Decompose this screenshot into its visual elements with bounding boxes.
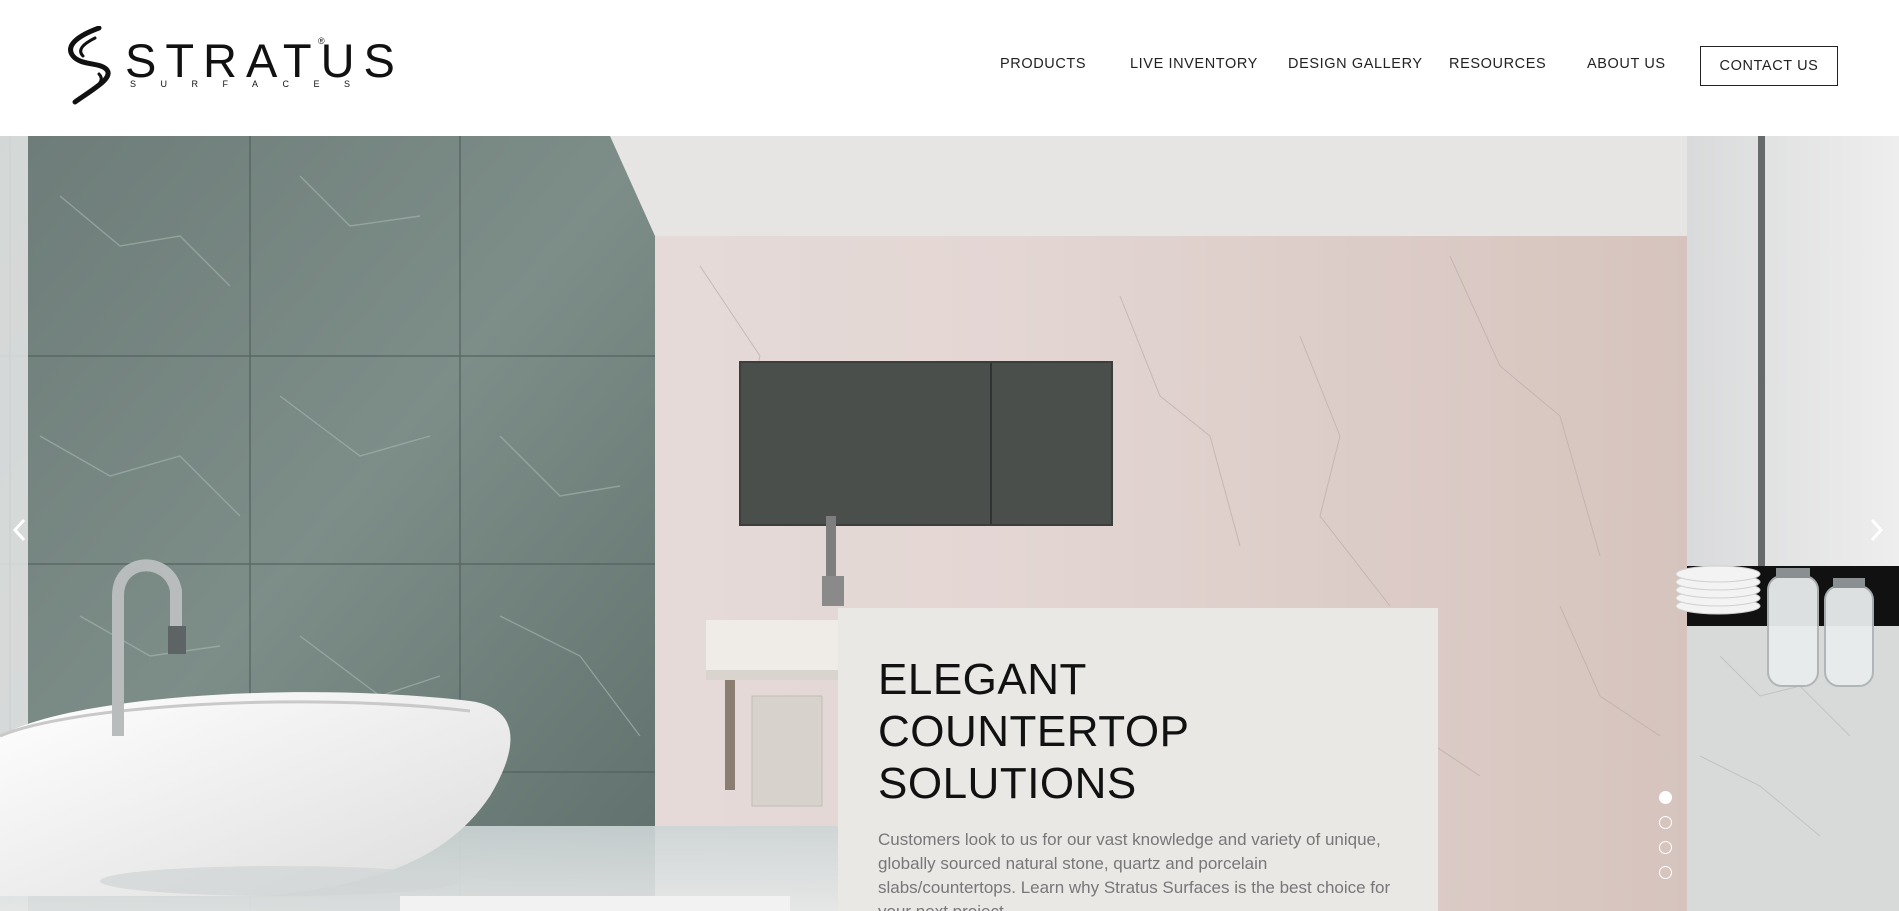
logo-registered-mark: ® <box>318 36 325 46</box>
nav-item-products[interactable]: PRODUCTS <box>1000 56 1086 72</box>
slide-dot-1[interactable] <box>1659 791 1672 804</box>
nav-item-live-inventory[interactable]: LIVE INVENTORY <box>1130 56 1258 72</box>
stratus-s-logo-icon <box>68 26 111 105</box>
stratus-logo[interactable]: STRATUS ® SURFACES <box>55 26 395 106</box>
hero-title: ELEGANT COUNTERTOP SOLUTIONS <box>878 655 1189 808</box>
slide-dot-2[interactable] <box>1659 816 1672 829</box>
nav-item-resources[interactable]: RESOURCES <box>1449 56 1546 72</box>
slider-prev-button[interactable] <box>4 510 34 550</box>
hero-description: Customers look to us for our vast knowle… <box>878 830 1391 911</box>
slide-dot-4[interactable] <box>1659 866 1672 879</box>
chevron-left-icon <box>12 518 26 542</box>
hero-slider: ELEGANT COUNTERTOP SOLUTIONS Customers l… <box>0 136 1899 911</box>
logo-tagline: SURFACES <box>130 79 375 89</box>
nav-item-design-gallery[interactable]: DESIGN GALLERY <box>1288 56 1423 72</box>
chevron-right-icon <box>1870 518 1884 542</box>
nav-item-about-us[interactable]: ABOUT US <box>1587 56 1666 72</box>
slider-next-button[interactable] <box>1862 510 1892 550</box>
hero-caption-card: ELEGANT COUNTERTOP SOLUTIONS Customers l… <box>838 608 1438 911</box>
slide-dot-3[interactable] <box>1659 841 1672 854</box>
slider-pagination <box>1658 791 1674 881</box>
site-header: STRATUS ® SURFACES PRODUCTS LIVE INVENTO… <box>0 0 1899 136</box>
contact-us-button[interactable]: CONTACT US <box>1700 46 1838 86</box>
